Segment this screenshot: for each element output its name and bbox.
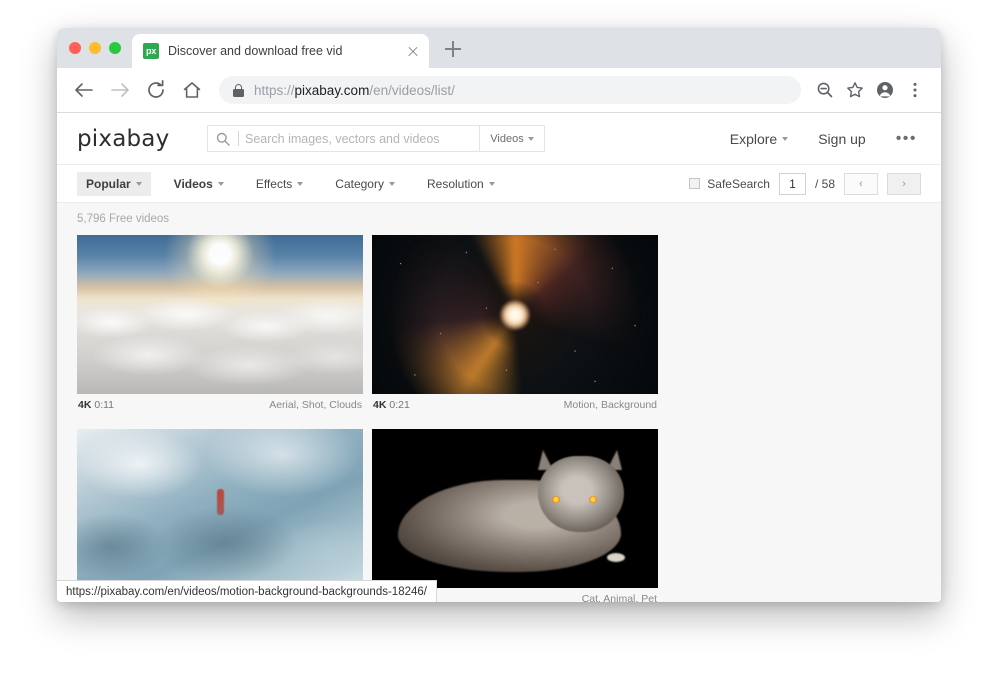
minimize-window-button[interactable]: [89, 42, 101, 54]
filter-resolution[interactable]: Resolution: [418, 172, 504, 196]
page-number-input[interactable]: 1: [779, 173, 806, 195]
video-thumbnail[interactable]: [77, 429, 363, 588]
chevron-down-icon: [528, 137, 534, 141]
cat-eye-left: [552, 496, 560, 503]
filter-popular[interactable]: Popular: [77, 172, 151, 196]
pixabay-favicon-icon: px: [143, 43, 159, 59]
results-count: 5,796 Free videos: [77, 213, 921, 225]
filter-videos[interactable]: Videos: [165, 172, 233, 196]
maximize-window-button[interactable]: [109, 42, 121, 54]
search-bar[interactable]: Videos: [207, 125, 545, 152]
video-card[interactable]: 4K 0:21 Motion, Background: [372, 235, 658, 421]
tab-title: Discover and download free vid: [168, 44, 401, 58]
profile-avatar-icon[interactable]: [871, 76, 899, 104]
filter-videos-label: Videos: [174, 177, 213, 191]
video-tags: Aerial, Shot, Clouds: [269, 399, 362, 411]
link-status-bar: https://pixabay.com/en/videos/motion-bac…: [57, 580, 437, 602]
address-bar[interactable]: https://pixabay.com/en/videos/list/: [219, 76, 801, 104]
nav-signup[interactable]: Sign up: [818, 131, 865, 147]
video-thumbnail[interactable]: [372, 429, 658, 588]
video-tags: Motion, Background: [564, 399, 657, 411]
core-overlay: [500, 300, 530, 330]
filter-resolution-label: Resolution: [427, 177, 484, 191]
browser-tab[interactable]: px Discover and download free vid: [132, 34, 429, 68]
screenshot-root: px Discover and download free vid: [0, 0, 995, 681]
video-resolution: 4K: [78, 399, 91, 411]
site-header: pixabay Videos Explore: [57, 113, 941, 165]
page-total-label: / 58: [815, 177, 835, 191]
url-scheme: https://: [254, 83, 295, 98]
cat-head: [538, 456, 624, 532]
video-thumbnail[interactable]: [77, 235, 363, 394]
tab-strip: px Discover and download free vid: [57, 28, 941, 68]
zoom-out-icon[interactable]: [811, 76, 839, 104]
close-window-button[interactable]: [69, 42, 81, 54]
chevron-down-icon: [389, 182, 395, 186]
window-traffic-lights: [69, 42, 121, 54]
chevron-down-icon: [297, 182, 303, 186]
new-tab-icon[interactable]: [445, 41, 461, 57]
video-meta: 4K 0:11 Aerial, Shot, Clouds: [77, 394, 363, 421]
video-grid: 4K 0:11 Aerial, Shot, Clouds 4K 0:21: [77, 235, 921, 602]
nav-explore[interactable]: Explore: [730, 131, 788, 147]
reload-button[interactable]: [141, 75, 171, 105]
nav-signup-label: Sign up: [818, 131, 865, 147]
nav-more-menu-icon[interactable]: •••: [896, 131, 917, 147]
toolbar-icons: [811, 76, 929, 104]
figure-overlay: [217, 489, 224, 515]
video-meta: 4K 0:21 Motion, Background: [372, 394, 658, 421]
url-host: pixabay.com: [295, 83, 370, 98]
search-type-dropdown[interactable]: Videos: [479, 126, 544, 151]
safesearch-toggle[interactable]: SafeSearch: [689, 177, 770, 191]
video-length: 0:11: [94, 399, 114, 411]
chevron-down-icon: [218, 182, 224, 186]
search-input[interactable]: [238, 131, 479, 146]
safesearch-label: SafeSearch: [707, 177, 770, 191]
address-bar-url: https://pixabay.com/en/videos/list/: [254, 83, 455, 98]
video-card[interactable]: 4K 0:20 Dark, Fog, Foggy, Horror: [77, 429, 363, 602]
video-tags: Cat, Animal, Pet: [582, 593, 657, 602]
browser-toolbar: https://pixabay.com/en/videos/list/: [57, 68, 941, 113]
cat-paw: [607, 553, 625, 562]
browser-menu-icon[interactable]: [901, 76, 929, 104]
chevron-down-icon: [136, 182, 142, 186]
filter-category-label: Category: [335, 177, 384, 191]
video-duration: 4K 0:21: [373, 399, 410, 411]
video-length: 0:21: [389, 399, 409, 411]
filter-bar-right: SafeSearch 1 / 58 ‹ ›: [689, 173, 921, 195]
filter-category[interactable]: Category: [326, 172, 404, 196]
results-area: 5,796 Free videos 4K 0:11 Aerial, Shot, …: [57, 203, 941, 602]
prev-page-button[interactable]: ‹: [844, 173, 878, 195]
home-button[interactable]: [177, 75, 207, 105]
chevron-down-icon: [489, 182, 495, 186]
page-viewport: pixabay Videos Explore: [57, 113, 941, 602]
video-duration: 4K 0:11: [78, 399, 114, 411]
bookmark-star-icon[interactable]: [841, 76, 869, 104]
back-button[interactable]: [69, 75, 99, 105]
video-resolution: 4K: [373, 399, 386, 411]
filter-effects[interactable]: Effects: [247, 172, 312, 196]
pixabay-logo[interactable]: pixabay: [77, 126, 199, 152]
header-nav: Explore Sign up •••: [730, 131, 921, 147]
video-card[interactable]: 4K 0:13 Cat, Animal, Pet: [372, 429, 658, 602]
video-card[interactable]: 4K 0:11 Aerial, Shot, Clouds: [77, 235, 363, 421]
chevron-down-icon: [782, 137, 788, 141]
safesearch-checkbox[interactable]: [689, 178, 700, 189]
nav-explore-label: Explore: [730, 131, 777, 147]
filter-popular-label: Popular: [86, 177, 131, 191]
next-page-button[interactable]: ›: [887, 173, 921, 195]
close-tab-icon[interactable]: [405, 43, 421, 59]
filter-effects-label: Effects: [256, 177, 292, 191]
search-type-label: Videos: [490, 133, 523, 145]
video-thumbnail[interactable]: [372, 235, 658, 394]
filter-bar: Popular Videos Effects Category Resoluti…: [57, 165, 941, 203]
browser-window: px Discover and download free vid: [57, 28, 941, 602]
forward-button[interactable]: [105, 75, 135, 105]
lock-icon: [233, 84, 244, 97]
url-path: /en/videos/list/: [369, 83, 455, 98]
search-icon: [208, 132, 238, 146]
